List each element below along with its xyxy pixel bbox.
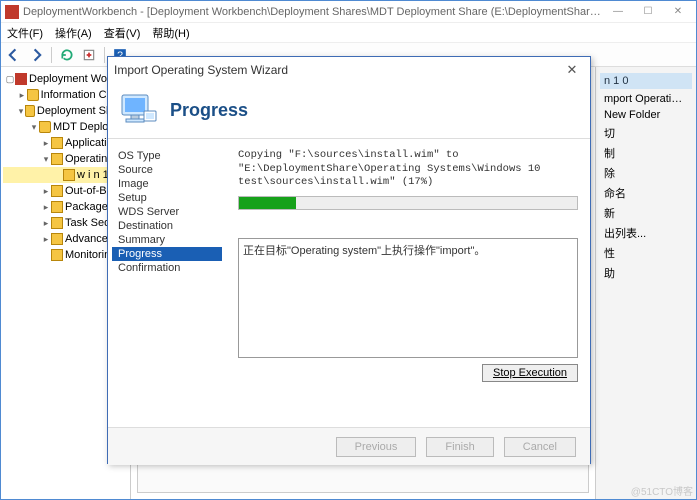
action-import[interactable]: mport Operating Sy...: [600, 91, 692, 107]
menu-view[interactable]: 查看(V): [104, 25, 141, 41]
dialog-titlebar: Import Operating System Wizard ✕: [108, 57, 590, 83]
step-destination[interactable]: Destination: [112, 219, 222, 233]
step-confirmation[interactable]: Confirmation: [112, 261, 222, 275]
import-wizard-dialog: Import Operating System Wizard ✕ Progres…: [107, 56, 591, 464]
action-new-folder[interactable]: New Folder: [600, 107, 692, 123]
dialog-body: OS Type Source Image Setup WDS Server De…: [108, 139, 590, 427]
menubar: 文件(F) 操作(A) 查看(V) 帮助(H): [1, 23, 696, 43]
dialog-header: Progress: [108, 83, 590, 139]
cancel-button: Cancel: [504, 437, 576, 457]
log-line: 正在目标"Operating system"上执行操作"import"。: [243, 245, 485, 257]
dialog-heading: Progress: [170, 100, 248, 121]
actions-header: n 1 0: [600, 73, 692, 89]
log-output[interactable]: 正在目标"Operating system"上执行操作"import"。: [238, 238, 578, 358]
titlebar: DeploymentWorkbench - [Deployment Workbe…: [1, 1, 696, 23]
window-controls: — ☐ ✕: [604, 3, 692, 21]
step-wds-server[interactable]: WDS Server: [112, 205, 222, 219]
back-button[interactable]: [5, 46, 23, 64]
action-export-list[interactable]: 出列表...: [600, 223, 692, 243]
action-help[interactable]: 助: [600, 263, 692, 283]
dialog-close-button[interactable]: ✕: [560, 62, 584, 78]
computer-icon: [118, 93, 158, 129]
export-button[interactable]: [80, 46, 98, 64]
step-summary[interactable]: Summary: [112, 233, 222, 247]
step-os-type[interactable]: OS Type: [112, 149, 222, 163]
action-delete[interactable]: 除: [600, 163, 692, 183]
previous-button: Previous: [336, 437, 417, 457]
close-button[interactable]: ✕: [664, 3, 692, 21]
action-refresh[interactable]: 新: [600, 203, 692, 223]
menu-action[interactable]: 操作(A): [55, 25, 92, 41]
forward-button[interactable]: [27, 46, 45, 64]
finish-button: Finish: [426, 437, 493, 457]
step-progress[interactable]: Progress: [112, 247, 222, 261]
step-image[interactable]: Image: [112, 177, 222, 191]
action-rename[interactable]: 命名: [600, 183, 692, 203]
dialog-footer: Previous Finish Cancel: [108, 427, 590, 465]
toolbar-separator: [51, 47, 52, 63]
toolbar-separator-2: [104, 47, 105, 63]
dialog-title: Import Operating System Wizard: [114, 63, 288, 77]
progress-bar: [238, 196, 578, 210]
actions-pane: n 1 0 mport Operating Sy... New Folder 切…: [596, 67, 696, 499]
watermark: @51CTO博客: [631, 483, 693, 498]
step-setup[interactable]: Setup: [112, 191, 222, 205]
action-cut[interactable]: 切: [600, 123, 692, 143]
minimize-button[interactable]: —: [604, 3, 632, 21]
maximize-button[interactable]: ☐: [634, 3, 662, 21]
action-properties[interactable]: 性: [600, 243, 692, 263]
progress-fill: [239, 197, 296, 209]
refresh-button[interactable]: [58, 46, 76, 64]
stop-execution-button[interactable]: Stop Execution: [482, 364, 578, 382]
wizard-steps: OS Type Source Image Setup WDS Server De…: [108, 139, 226, 427]
main-window: DeploymentWorkbench - [Deployment Workbe…: [0, 0, 697, 500]
app-icon: [5, 5, 19, 19]
stop-wrap: Stop Execution: [238, 364, 578, 382]
menu-file[interactable]: 文件(F): [7, 25, 43, 41]
menu-help[interactable]: 帮助(H): [152, 25, 189, 41]
dialog-content: Copying "F:\sources\install.wim" to "E:\…: [226, 139, 590, 427]
step-source[interactable]: Source: [112, 163, 222, 177]
copy-status-text: Copying "F:\sources\install.wim" to "E:\…: [238, 149, 578, 190]
window-title: DeploymentWorkbench - [Deployment Workbe…: [23, 6, 604, 18]
action-copy[interactable]: 制: [600, 143, 692, 163]
